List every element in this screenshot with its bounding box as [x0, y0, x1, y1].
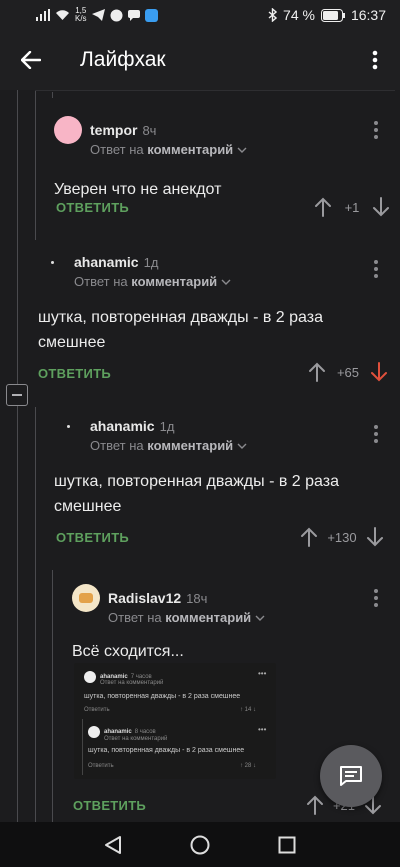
vote-controls: +65	[308, 362, 388, 382]
comment-score: +1	[344, 199, 360, 215]
downvote-icon[interactable]	[370, 362, 388, 382]
thread-line	[35, 90, 36, 240]
embed-text: шутка, повторенная дважды - в 2 раза сме…	[88, 747, 245, 754]
comment-author[interactable]: tempor	[90, 122, 137, 138]
avatar[interactable]	[54, 116, 82, 144]
nav-home-icon[interactable]	[190, 835, 210, 855]
avatar	[88, 726, 100, 738]
reply-button[interactable]: ОТВЕТИТЬ	[38, 366, 111, 381]
downvote-icon[interactable]	[366, 527, 384, 547]
telegram-icon	[91, 9, 105, 21]
status-bar: 1,5 K/s 74 % 16:37	[0, 0, 400, 30]
comment-text: шутка, повторенная дважды - в 2 раза сме…	[38, 309, 323, 351]
embed-reply-button: Ответить	[88, 763, 114, 769]
battery-icon	[320, 8, 345, 22]
comment-time: 1д	[159, 418, 175, 434]
chevron-down-icon	[221, 279, 231, 285]
thread-line	[17, 90, 18, 822]
comment-menu-button[interactable]	[366, 257, 386, 281]
wifi-icon	[56, 10, 69, 20]
write-comment-button[interactable]	[320, 745, 382, 807]
avatar	[84, 671, 96, 683]
comment-text: шутка, повторенная дважды - в 2 раза сме…	[54, 473, 339, 515]
upvote-icon[interactable]	[306, 795, 324, 815]
embed-votes: ↑ 28 ↓	[240, 763, 257, 769]
app-bar: Лайфхак	[0, 30, 400, 90]
bluetooth-icon	[268, 8, 278, 22]
battery-percent: 74 %	[283, 7, 315, 23]
thread-line	[35, 407, 36, 822]
chevron-down-icon	[255, 615, 265, 621]
message-icon	[127, 10, 140, 21]
thread-line	[52, 92, 53, 98]
collapse-thread-button[interactable]	[6, 384, 28, 406]
comment-time: 8ч	[142, 122, 157, 138]
signal-icon	[36, 9, 50, 21]
arrow-left-icon	[21, 51, 41, 69]
avatar[interactable]	[38, 248, 66, 276]
upvote-icon[interactable]	[308, 362, 326, 382]
comment: ahanamic 1д Ответ на комментарий шутка, …	[38, 248, 378, 355]
comment-author[interactable]: ahanamic	[90, 418, 155, 434]
nav-recents-icon[interactable]	[278, 836, 296, 854]
reply-button[interactable]: ОТВЕТИТЬ	[56, 530, 129, 545]
upvote-icon[interactable]	[300, 527, 318, 547]
embed-votes: ↑ 14 ↓	[240, 707, 257, 713]
comment: Radislav12 18ч Ответ на комментарий Всё …	[72, 584, 382, 664]
comment-score: +130	[327, 529, 357, 545]
avatar[interactable]	[54, 412, 82, 440]
chevron-down-icon	[237, 443, 247, 449]
embed-reply-to: Ответ на комментарий	[100, 680, 164, 686]
vote-controls: +130	[300, 527, 384, 547]
reply-button[interactable]: ОТВЕТИТЬ	[73, 798, 146, 813]
reply-button[interactable]: ОТВЕТИТЬ	[56, 200, 129, 215]
comment-time: 18ч	[186, 590, 208, 606]
network-speed: 1,5 K/s	[75, 6, 87, 23]
comment-menu-button[interactable]	[366, 422, 386, 446]
comment-icon	[340, 766, 362, 786]
chevron-down-icon	[237, 147, 247, 153]
comment-menu-button[interactable]	[366, 118, 386, 142]
comment: ahanamic 1д Ответ на комментарий шутка, …	[54, 412, 384, 519]
reply-to[interactable]: Ответ на комментарий	[90, 142, 394, 157]
comment-author[interactable]: ahanamic	[74, 254, 139, 270]
comment-image[interactable]: ahanamic 7 часов Ответ на комментарий ••…	[74, 663, 276, 779]
more-options-button[interactable]	[350, 30, 400, 90]
comment-author[interactable]: Radislav12	[108, 590, 181, 606]
kebab-menu-icon	[372, 50, 378, 70]
comment: tempor 8ч Ответ на комментарий Уверен чт…	[54, 116, 394, 202]
search-app-icon	[144, 8, 158, 22]
page-title: Лайфхак	[80, 48, 166, 71]
thread-line	[52, 570, 53, 822]
nav-back-icon[interactable]	[104, 835, 122, 855]
embed-time: 8 часов	[134, 729, 156, 735]
divider	[35, 90, 395, 91]
comment-score: +65	[336, 364, 360, 380]
avatar[interactable]	[72, 584, 100, 612]
reply-to[interactable]: Ответ на комментарий	[90, 438, 384, 453]
embed-menu-icon: •••	[258, 725, 267, 734]
back-button[interactable]	[0, 30, 62, 90]
embed-reply-button: Ответить	[84, 707, 110, 713]
reply-to[interactable]: Ответ на комментарий	[74, 274, 378, 289]
embed-author: ahanamic	[104, 729, 132, 735]
comment-text: Всё сходится...	[72, 643, 184, 660]
clock: 16:37	[350, 7, 386, 23]
reply-to[interactable]: Ответ на комментарий	[108, 610, 382, 625]
comment-time: 1д	[143, 254, 159, 270]
vote-controls: +1	[314, 197, 390, 217]
system-nav-bar	[0, 822, 400, 867]
upvote-icon[interactable]	[314, 197, 332, 217]
comment-menu-button[interactable]	[366, 586, 386, 610]
embed-menu-icon: •••	[258, 669, 267, 678]
embed-thread-line	[82, 719, 83, 775]
downvote-icon[interactable]	[372, 197, 390, 217]
vk-icon	[110, 9, 123, 21]
embed-text: шутка, повторенная дважды - в 2 раза сме…	[84, 693, 241, 700]
embed-reply-to: Ответ на комментарий	[104, 736, 168, 742]
